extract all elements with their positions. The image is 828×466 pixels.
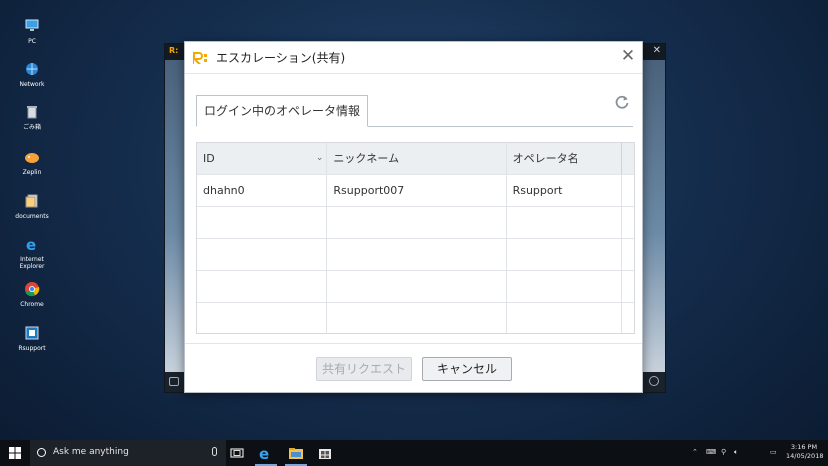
column-header-nickname[interactable]: ニックネーム	[327, 143, 507, 174]
monitor-icon	[23, 17, 41, 35]
cell-nickname	[327, 271, 507, 302]
zeplin-icon	[23, 148, 41, 166]
chevron-down-icon[interactable]: ⌄	[316, 143, 324, 174]
recycle-bin-icon	[23, 103, 41, 121]
table-row[interactable]	[197, 239, 634, 271]
rsupport-logo-icon: R:	[169, 46, 179, 55]
cell-id	[197, 207, 328, 238]
desktop-icon-zeplin[interactable]: Zeplin	[12, 148, 52, 176]
clock-date: 14/05/2018	[786, 452, 824, 460]
windows-start-icon[interactable]	[9, 447, 21, 459]
desktop-icon-label: documents	[15, 213, 49, 220]
svg-text:e: e	[259, 445, 269, 461]
rsupport-icon	[23, 324, 41, 342]
column-header-id[interactable]: ID ⌄	[197, 143, 328, 174]
desktop-icon-label: Internet Explorer	[19, 256, 45, 270]
column-header-operator-name[interactable]: オペレータ名	[507, 143, 623, 174]
volume-icon[interactable]: 🔈︎	[734, 448, 738, 457]
cell-id: dhahn0	[197, 175, 328, 206]
desktop-icon-ie[interactable]: e Internet Explorer	[12, 235, 52, 270]
remote-close-icon[interactable]: ✕	[653, 45, 661, 56]
taskbar-clock[interactable]: 3:16 PM 14/05/2018	[786, 443, 824, 461]
desktop-icon-label: Chrome	[20, 301, 44, 308]
document-icon	[23, 192, 41, 210]
desktop-icon-label: ごみ箱	[22, 124, 41, 131]
table-row[interactable]	[197, 303, 634, 333]
operator-table: ID ⌄ ニックネーム オペレータ名 dhahn0 Rsupport007 Rs…	[196, 142, 635, 334]
cell-id	[197, 239, 328, 270]
cell-operator-name: Rsupport	[507, 175, 623, 206]
close-icon[interactable]: ✕	[619, 47, 637, 65]
desktop-icon-network[interactable]: Network	[12, 60, 52, 88]
notification-icon[interactable]: ▭	[770, 448, 777, 456]
dialog-title: エスカレーション(共有)	[216, 51, 346, 65]
network-status-icon[interactable]: ⚲	[721, 448, 726, 456]
desktop-icon-recycle-bin[interactable]: ごみ箱	[12, 103, 52, 131]
microphone-icon[interactable]	[212, 447, 217, 456]
header-spacer	[622, 143, 634, 174]
table-row[interactable]: dhahn0 Rsupport007 Rsupport	[197, 175, 634, 207]
cell-nickname	[327, 239, 507, 270]
cortana-search-box[interactable]: Ask me anything	[30, 440, 226, 466]
file-explorer-icon[interactable]	[288, 445, 304, 461]
remote-settings-icon[interactable]	[649, 376, 659, 386]
desktop-icon-label: Rsupport	[18, 345, 46, 352]
system-tray: ⌃ ⌨ ⚲ 🔈︎ ▭ 3:16 PM 14/05/2018	[688, 440, 828, 466]
desktop-icon-rsupport[interactable]: Rsupport	[12, 324, 52, 352]
svg-text:e: e	[26, 236, 36, 252]
cell-operator-name	[507, 207, 623, 238]
table-header: ID ⌄ ニックネーム オペレータ名	[197, 143, 634, 175]
network-icon	[23, 60, 41, 78]
ie-icon: e	[23, 235, 41, 253]
cell-nickname	[327, 303, 507, 333]
share-request-button[interactable]: 共有リクエスト	[316, 357, 412, 381]
remote-keyboard-icon[interactable]	[169, 377, 179, 386]
taskbar: Ask me anything e ⌃ ⌨ ⚲ 🔈︎ ▭ 3:16 PM 14/…	[0, 440, 828, 466]
desktop-icon-chrome[interactable]: Chrome	[12, 280, 52, 308]
search-placeholder: Ask me anything	[53, 447, 129, 457]
cell-operator-name	[507, 303, 623, 333]
store-icon[interactable]	[317, 445, 333, 461]
cell-nickname: Rsupport007	[327, 175, 507, 206]
cell-id	[197, 271, 328, 302]
tab-logged-in-operators[interactable]: ログイン中のオペレータ情報	[196, 95, 369, 127]
desktop-icon-pc[interactable]: PC	[12, 17, 52, 45]
chrome-icon	[23, 280, 41, 298]
cortana-icon	[37, 448, 46, 457]
cell-operator-name	[507, 239, 623, 270]
keyboard-icon[interactable]: ⌨	[706, 448, 716, 456]
escalation-dialog: エスカレーション(共有) ✕ ログイン中のオペレータ情報 ID ⌄ ニックネーム…	[184, 41, 643, 393]
chevron-up-icon[interactable]: ⌃	[692, 448, 698, 456]
dialog-footer: 共有リクエスト キャンセル	[185, 343, 642, 392]
table-row[interactable]	[197, 207, 634, 239]
table-row[interactable]	[197, 271, 634, 303]
desktop-icon-label: Network	[19, 81, 45, 88]
edge-icon[interactable]: e	[258, 445, 274, 461]
desktop-icon-documents[interactable]: documents	[12, 192, 52, 220]
cell-operator-name	[507, 271, 623, 302]
clock-time: 3:16 PM	[790, 443, 818, 451]
cancel-button[interactable]: キャンセル	[422, 357, 512, 381]
rsupport-logo-icon	[193, 52, 207, 64]
desktop-icon-label: Zeplin	[22, 169, 42, 176]
cell-id	[197, 303, 328, 333]
desktop-icon-label: PC	[28, 38, 36, 45]
refresh-icon[interactable]	[614, 94, 630, 110]
dialog-header: エスカレーション(共有) ✕	[185, 42, 642, 74]
cell-nickname	[327, 207, 507, 238]
task-view-icon[interactable]	[229, 445, 245, 461]
